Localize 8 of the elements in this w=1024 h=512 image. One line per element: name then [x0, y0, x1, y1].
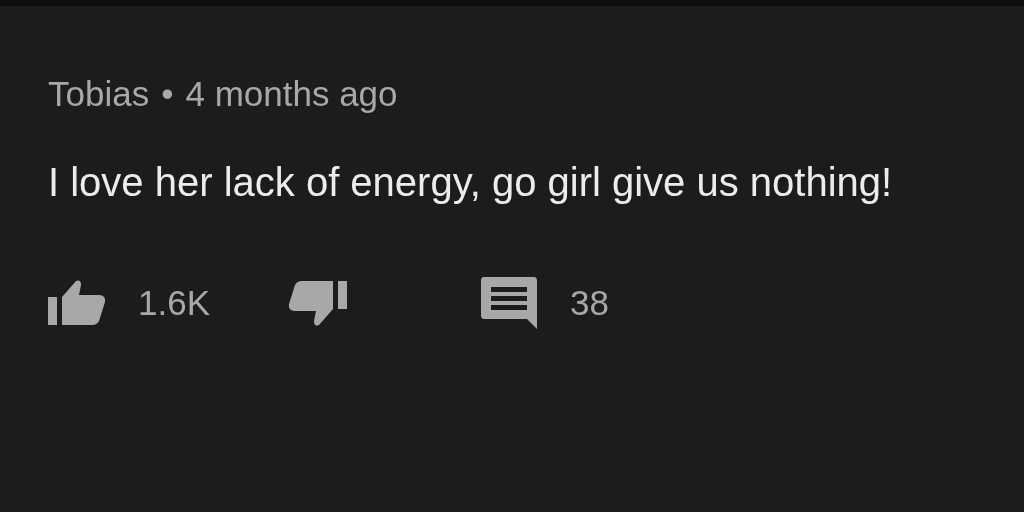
thumbs-up-icon[interactable] — [48, 279, 106, 327]
reply-count: 38 — [570, 281, 609, 324]
comment-text: I love her lack of energy, go girl give us nothing! — [48, 159, 894, 206]
comment-time: 4 months ago — [185, 76, 398, 111]
like-count: 1.6K — [138, 281, 210, 324]
reply-icon[interactable] — [480, 275, 538, 331]
comment-author[interactable]: Tobias — [48, 76, 150, 111]
separator-dot: • — [161, 76, 174, 111]
